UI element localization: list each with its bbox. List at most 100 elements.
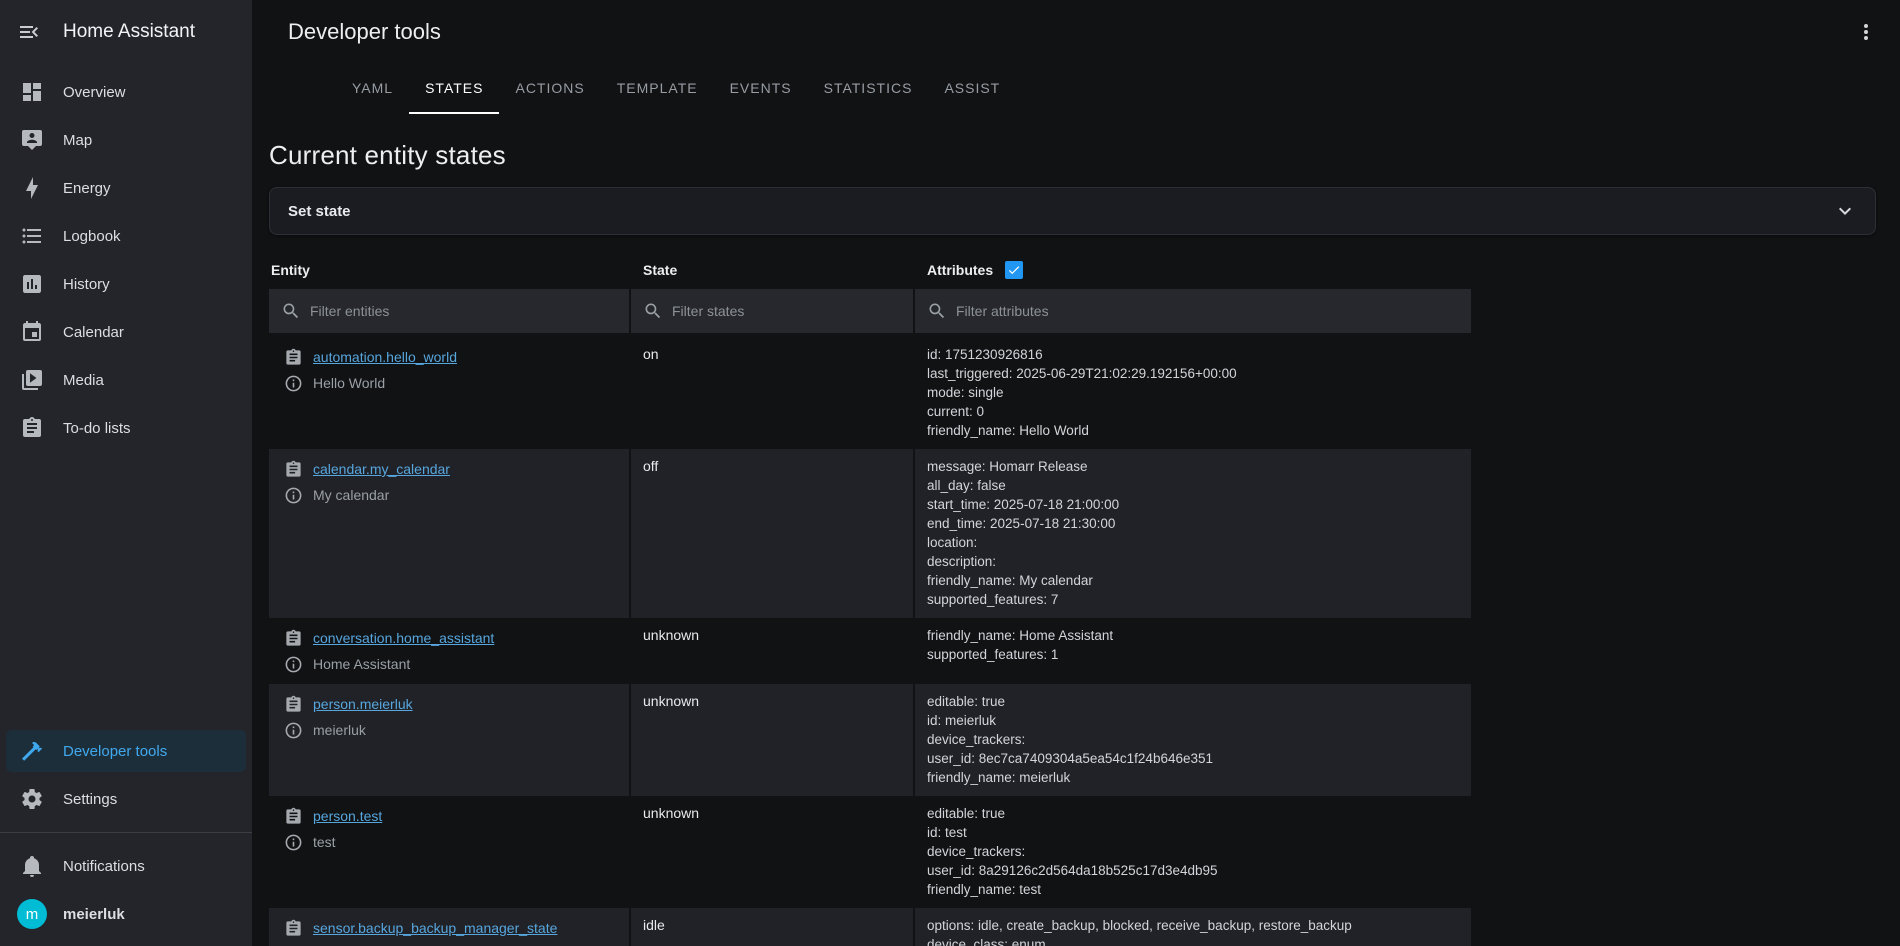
column-header-entity: Entity	[269, 253, 629, 289]
copy-clipboard-icon[interactable]	[284, 807, 303, 826]
sidebar-item-label: Overview	[63, 84, 126, 101]
tab-yaml[interactable]: YAML	[336, 64, 409, 114]
entity-cell: person.meierluk meierluk	[269, 684, 629, 796]
sidebar-item-media[interactable]: Media	[6, 359, 246, 401]
entity-cell: sensor.backup_backup_manager_state Backu…	[269, 908, 629, 946]
hammer-icon	[20, 739, 44, 763]
entity-cell: calendar.my_calendar My calendar	[269, 449, 629, 618]
app-title: Home Assistant	[63, 21, 195, 43]
sidebar: Home Assistant Overview Map Energy	[0, 0, 252, 946]
entity-filter	[269, 289, 629, 333]
sidebar-item-logbook[interactable]: Logbook	[6, 215, 246, 257]
entity-link[interactable]: person.test	[313, 808, 382, 824]
copy-clipboard-icon[interactable]	[284, 460, 303, 479]
entity-attributes: id: 1751230926816last_triggered: 2025-06…	[915, 337, 1471, 449]
entity-friendly-name: Home Assistant	[313, 656, 410, 672]
sidebar-item-history[interactable]: History	[6, 263, 246, 305]
page-title: Developer tools	[288, 19, 441, 45]
entity-state: unknown	[631, 618, 913, 684]
sidebar-item-label: Media	[63, 372, 104, 389]
table-row[interactable]: conversation.home_assistant Home Assista…	[269, 618, 1471, 684]
entity-state: idle	[631, 908, 913, 946]
sidebar-item-energy[interactable]: Energy	[6, 167, 246, 209]
info-icon[interactable]	[284, 374, 303, 393]
filter-states-input[interactable]	[672, 303, 901, 319]
column-header-state: State	[631, 253, 913, 289]
entity-link[interactable]: conversation.home_assistant	[313, 630, 494, 646]
sidebar-item-settings[interactable]: Settings	[6, 778, 246, 820]
sidebar-item-label: Settings	[63, 791, 117, 808]
sidebar-item-label: Notifications	[63, 858, 145, 875]
entity-link[interactable]: sensor.backup_backup_manager_state	[313, 920, 557, 936]
app-header: Developer tools	[252, 0, 1900, 64]
sidebar-item-notifications[interactable]: Notifications	[6, 845, 246, 887]
table-row[interactable]: calendar.my_calendar My calendar off mes…	[269, 449, 1471, 618]
entity-cell: automation.hello_world Hello World	[269, 337, 629, 449]
info-icon[interactable]	[284, 721, 303, 740]
entity-cell: person.test test	[269, 796, 629, 908]
sidebar-item-developer-tools[interactable]: Developer tools	[6, 730, 246, 772]
sidebar-item-label: Logbook	[63, 228, 121, 245]
entity-attributes: message: Homarr Releaseall_day: falsesta…	[915, 449, 1471, 618]
tab-events[interactable]: EVENTS	[714, 64, 808, 114]
entity-link[interactable]: automation.hello_world	[313, 349, 457, 365]
table-row[interactable]: person.test test unknown editable: truei…	[269, 796, 1471, 908]
copy-clipboard-icon[interactable]	[284, 919, 303, 938]
info-icon[interactable]	[284, 486, 303, 505]
tab-statistics[interactable]: STATISTICS	[808, 64, 929, 114]
table-row[interactable]: person.meierluk meierluk unknown editabl…	[269, 684, 1471, 796]
entity-friendly-name: My calendar	[313, 487, 389, 503]
avatar: m	[17, 899, 47, 929]
copy-clipboard-icon[interactable]	[284, 629, 303, 648]
info-icon[interactable]	[284, 833, 303, 852]
chevron-down-icon	[1833, 199, 1857, 223]
section-heading: Current entity states	[269, 140, 1876, 171]
entity-attributes: friendly_name: Home Assistantsupported_f…	[915, 618, 1471, 684]
table-body: automation.hello_world Hello World on id…	[269, 337, 1471, 946]
sidebar-item-label: To-do lists	[63, 420, 131, 437]
sidebar-item-label: Energy	[63, 180, 111, 197]
sidebar-item-calendar[interactable]: Calendar	[6, 311, 246, 353]
sidebar-header: Home Assistant	[0, 0, 252, 64]
filter-entities-input[interactable]	[310, 303, 617, 319]
filter-attributes-input[interactable]	[956, 303, 1459, 319]
entity-state: unknown	[631, 796, 913, 908]
home-assistant-app: Home Assistant Overview Map Energy	[0, 0, 1900, 946]
entity-friendly-name: test	[313, 834, 336, 850]
sidebar-item-todo-lists[interactable]: To-do lists	[6, 407, 246, 449]
calendar-icon	[20, 320, 44, 344]
sidebar-item-user-profile[interactable]: m meierluk	[6, 893, 246, 935]
table-row[interactable]: sensor.backup_backup_manager_state Backu…	[269, 908, 1471, 946]
entity-state: on	[631, 337, 913, 449]
entity-link[interactable]: calendar.my_calendar	[313, 461, 450, 477]
entity-states-table: Entity State Attributes	[269, 253, 1471, 946]
tab-assist[interactable]: ASSIST	[928, 64, 1016, 114]
copy-clipboard-icon[interactable]	[284, 695, 303, 714]
copy-clipboard-icon[interactable]	[284, 348, 303, 367]
main-panel: Developer tools YAML STATES ACTIONS TEMP…	[252, 0, 1900, 946]
tab-actions[interactable]: ACTIONS	[499, 64, 600, 114]
tab-template[interactable]: TEMPLATE	[601, 64, 714, 114]
sidebar-item-label: Developer tools	[63, 743, 167, 760]
info-icon[interactable]	[284, 655, 303, 674]
dashboard-icon	[20, 80, 44, 104]
state-filter	[631, 289, 913, 333]
filter-row	[269, 289, 1471, 333]
search-icon	[643, 301, 663, 321]
gear-icon	[20, 787, 44, 811]
user-name: meierluk	[63, 906, 125, 923]
entity-link[interactable]: person.meierluk	[313, 696, 413, 712]
entity-state: off	[631, 449, 913, 618]
set-state-panel[interactable]: Set state	[269, 187, 1876, 235]
tab-states[interactable]: STATES	[409, 64, 499, 114]
sidebar-item-overview[interactable]: Overview	[6, 71, 246, 113]
entity-attributes: options: idle, create_backup, blocked, r…	[915, 908, 1471, 946]
attributes-checkbox[interactable]	[1005, 261, 1023, 279]
entity-attributes: editable: trueid: meierlukdevice_tracker…	[915, 684, 1471, 796]
table-row[interactable]: automation.hello_world Hello World on id…	[269, 337, 1471, 449]
dots-vertical-icon[interactable]	[1854, 20, 1878, 44]
sidebar-item-label: Map	[63, 132, 92, 149]
menu-open-icon[interactable]	[17, 20, 41, 44]
sidebar-spacer	[0, 452, 252, 727]
sidebar-item-map[interactable]: Map	[6, 119, 246, 161]
